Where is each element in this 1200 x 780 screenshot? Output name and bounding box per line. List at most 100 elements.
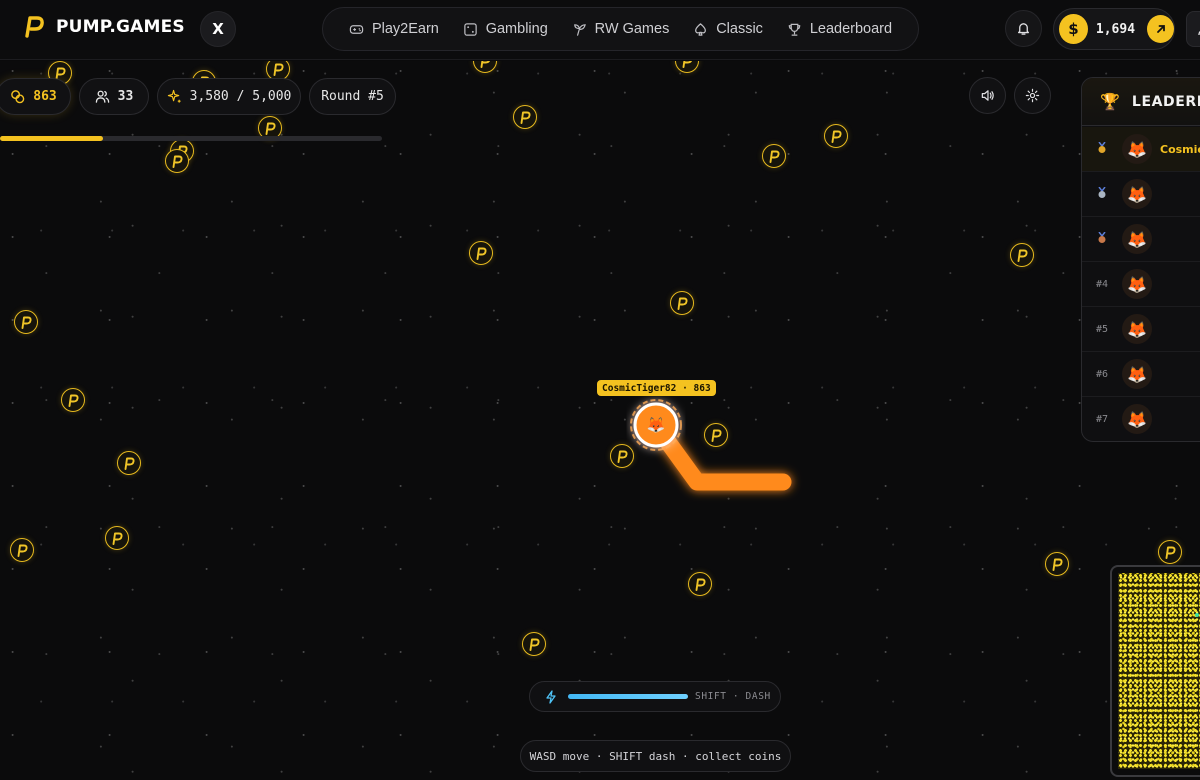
rank-number: #7 bbox=[1095, 413, 1109, 425]
pump-coin[interactable] bbox=[610, 444, 634, 468]
pump-coin[interactable] bbox=[117, 451, 141, 475]
pump-coin[interactable] bbox=[1045, 552, 1069, 576]
medal-gold-icon bbox=[1082, 141, 1122, 157]
pump-logo-icon bbox=[1165, 546, 1176, 559]
pump-coin[interactable] bbox=[762, 144, 786, 168]
leaderboard-header: 🏆 LEADERBOARD bbox=[1082, 78, 1200, 126]
brand[interactable]: PUMP.GAMES bbox=[24, 16, 185, 38]
pump-coin[interactable] bbox=[688, 572, 712, 596]
dash-label: SHIFT · DASH bbox=[695, 691, 771, 702]
leaderboard-row[interactable]: #4 🦊 bbox=[1082, 262, 1200, 307]
avatar: 🦊 bbox=[1122, 314, 1152, 344]
nav-label: Gambling bbox=[485, 21, 548, 37]
rank-number: #6 bbox=[1095, 368, 1109, 380]
minimap-coins bbox=[1118, 573, 1200, 769]
plant-icon bbox=[573, 23, 586, 36]
avatar: 🦊 bbox=[1122, 359, 1152, 389]
coins-counter: 863 bbox=[0, 78, 71, 115]
round-progress-counter: 3,580 / 5,000 bbox=[157, 78, 301, 115]
wallet-balance[interactable]: $ 1,694 bbox=[1053, 8, 1175, 50]
leaderboard-row[interactable]: #5 🦊 bbox=[1082, 307, 1200, 352]
pump-coin[interactable] bbox=[1010, 243, 1034, 267]
pump-coin[interactable] bbox=[522, 632, 546, 656]
x-social-button[interactable]: X bbox=[200, 11, 236, 47]
pump-logo-icon bbox=[124, 457, 135, 470]
spade-icon bbox=[695, 22, 707, 36]
top-navbar: PUMP.GAMES X Play2Earn Gambling RW Games… bbox=[0, 0, 1200, 60]
pump-coin[interactable] bbox=[473, 61, 497, 73]
settings-button[interactable] bbox=[1014, 77, 1051, 114]
arrow-up-right-icon bbox=[1156, 25, 1165, 33]
pump-logo-icon bbox=[677, 297, 688, 310]
dash-fill bbox=[568, 694, 688, 699]
avatar: 🦊 bbox=[1122, 179, 1152, 209]
game-arena[interactable]: 🦊 CosmicTiger82 · 863 863 33 3,580 / 5,0… bbox=[0, 61, 1200, 780]
pump-coin[interactable] bbox=[10, 538, 34, 562]
trophy-icon bbox=[788, 23, 801, 36]
trophy-icon: 🏆 bbox=[1100, 92, 1120, 111]
pump-logo-icon bbox=[273, 63, 284, 76]
gamepad-icon bbox=[349, 24, 364, 34]
pump-logo-icon bbox=[476, 247, 487, 260]
pump-logo-icon bbox=[695, 578, 706, 591]
pump-logo-icon bbox=[682, 61, 692, 68]
players-counter: 33 bbox=[79, 78, 149, 115]
pump-logo-icon bbox=[25, 16, 44, 38]
nav-play2earn[interactable]: Play2Earn bbox=[349, 21, 439, 37]
avatar: 🦊 bbox=[1122, 224, 1152, 254]
leaderboard-row[interactable]: 🦊 Cosmic bbox=[1082, 127, 1200, 172]
leaderboard-row[interactable]: 🦊 bbox=[1082, 172, 1200, 217]
controls-hint: WASD move · SHIFT dash · collect coins bbox=[520, 740, 791, 772]
rank-number: #4 bbox=[1095, 278, 1109, 290]
speaker-icon bbox=[981, 90, 994, 101]
nav-label: Leaderboard bbox=[809, 21, 893, 37]
pump-logo-icon bbox=[711, 429, 722, 442]
leaderboard-row[interactable]: 🦊 bbox=[1082, 217, 1200, 262]
pump-coin[interactable] bbox=[1158, 540, 1182, 564]
pump-coin[interactable] bbox=[61, 388, 85, 412]
leaderboard-row[interactable]: #6 🦊 bbox=[1082, 352, 1200, 397]
pump-coin[interactable] bbox=[14, 310, 38, 334]
pump-coin[interactable] bbox=[704, 423, 728, 447]
pump-coin[interactable] bbox=[105, 526, 129, 550]
avatar: 🦊 bbox=[1122, 404, 1152, 434]
coins-value: 863 bbox=[33, 89, 57, 104]
nav-leaderboard[interactable]: Leaderboard bbox=[787, 21, 892, 37]
pump-coin[interactable] bbox=[513, 105, 537, 129]
round-indicator: Round #5 bbox=[309, 78, 396, 115]
deposit-button[interactable] bbox=[1147, 15, 1174, 43]
pump-logo-icon bbox=[112, 532, 123, 545]
pump-coin[interactable] bbox=[670, 291, 694, 315]
nav-rw-games[interactable]: RW Games bbox=[572, 21, 669, 37]
pump-logo-icon bbox=[265, 122, 276, 135]
dollar-coin-icon: $ bbox=[1059, 14, 1088, 44]
minimap[interactable] bbox=[1110, 565, 1200, 777]
dice-icon bbox=[463, 22, 477, 36]
nav-label: Classic bbox=[716, 21, 763, 37]
pump-logo-icon bbox=[529, 638, 540, 651]
pump-logo-icon bbox=[520, 111, 531, 124]
player-name-tag: CosmicTiger82 · 863 bbox=[597, 380, 716, 396]
profile-button[interactable] bbox=[1186, 11, 1200, 47]
pump-coin[interactable] bbox=[824, 124, 848, 148]
notifications-button[interactable] bbox=[1005, 10, 1042, 47]
dash-meter: SHIFT · DASH bbox=[529, 681, 781, 712]
pump-logo-icon bbox=[617, 450, 628, 463]
pump-coin[interactable] bbox=[675, 61, 699, 73]
main-nav: Play2Earn Gambling RW Games Classic Lead… bbox=[322, 7, 919, 51]
sound-button[interactable] bbox=[969, 77, 1006, 114]
nav-classic[interactable]: Classic bbox=[693, 21, 763, 37]
players-value: 33 bbox=[117, 89, 134, 104]
leaderboard-row[interactable]: #7 🦊 bbox=[1082, 397, 1200, 441]
player-name: Cosmic bbox=[1160, 142, 1200, 156]
nav-gambling[interactable]: Gambling bbox=[463, 21, 548, 37]
avatar: 🦊 bbox=[1122, 269, 1152, 299]
lightning-icon bbox=[546, 689, 556, 704]
player-avatar: 🦊 bbox=[646, 416, 666, 434]
medal-silver-icon bbox=[1082, 186, 1122, 202]
avatar: 🦊 bbox=[1122, 134, 1152, 164]
pump-logo-icon bbox=[172, 155, 183, 168]
pump-logo-icon bbox=[1052, 558, 1063, 571]
pump-coin[interactable] bbox=[165, 149, 189, 173]
pump-coin[interactable] bbox=[469, 241, 493, 265]
